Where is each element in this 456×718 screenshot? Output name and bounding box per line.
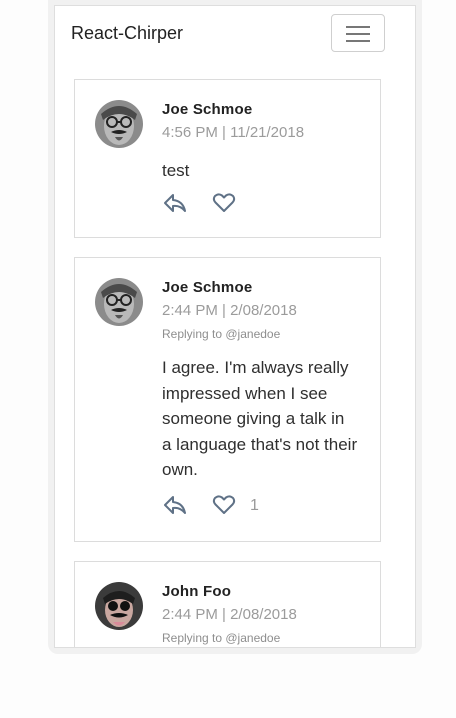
heart-outline-icon [212, 193, 236, 212]
hamburger-icon [346, 26, 370, 42]
navbar: React-Chirper [55, 6, 415, 62]
avatar [95, 582, 143, 630]
reply-button[interactable] [162, 192, 188, 219]
tweet-timestamp: 2:44 PM | 2/08/2018 [162, 606, 297, 623]
app-window: React-Chirper Joe Schmoe 4:56 PM | 11/21… [54, 5, 416, 648]
reply-arrow-icon [164, 496, 186, 514]
like-count: 1 [250, 497, 259, 514]
avatar [95, 278, 143, 326]
tweet-text-line: I agree. I'm always really [162, 358, 349, 377]
avatar [95, 100, 143, 148]
tweet-author: Joe Schmoe [162, 279, 253, 296]
tweet-text: I agree. I'm always really impressed whe… [162, 355, 367, 483]
replying-to-link[interactable]: Replying to @janedoe [162, 327, 280, 341]
replying-to-link[interactable]: Replying to @janedoe [162, 631, 280, 645]
heart-outline-icon [212, 495, 236, 514]
reply-arrow-icon [164, 194, 186, 212]
tweet-text-line: own. [162, 460, 198, 480]
tweet-card[interactable]: Joe Schmoe 2:44 PM | 2/08/2018 Replying … [74, 257, 381, 542]
tweet-text: test [162, 161, 190, 180]
tweet-text-line: someone giving a talk in [162, 409, 345, 429]
brand-title[interactable]: React-Chirper [71, 23, 183, 44]
tweet-author: John Foo [162, 583, 232, 600]
menu-toggle-button[interactable] [331, 14, 385, 52]
tweet-actions: 1 [162, 494, 362, 520]
tweet-timestamp: 4:56 PM | 11/21/2018 [162, 124, 305, 141]
tweet-author: Joe Schmoe [162, 101, 253, 118]
tweet-timestamp: 2:44 PM | 2/08/2018 [162, 302, 297, 319]
tweet-card[interactable]: John Foo 2:44 PM | 2/08/2018 Replying to… [74, 561, 381, 647]
tweet-text-line: a language that's not their [162, 434, 358, 454]
like-button[interactable] [212, 494, 236, 521]
tweet-text-line: impressed when I see [162, 383, 328, 403]
tweet-card[interactable]: Joe Schmoe 4:56 PM | 11/21/2018 test [74, 79, 381, 238]
reply-button[interactable] [162, 494, 188, 521]
tweet-actions [162, 192, 362, 218]
like-button[interactable] [212, 192, 236, 219]
